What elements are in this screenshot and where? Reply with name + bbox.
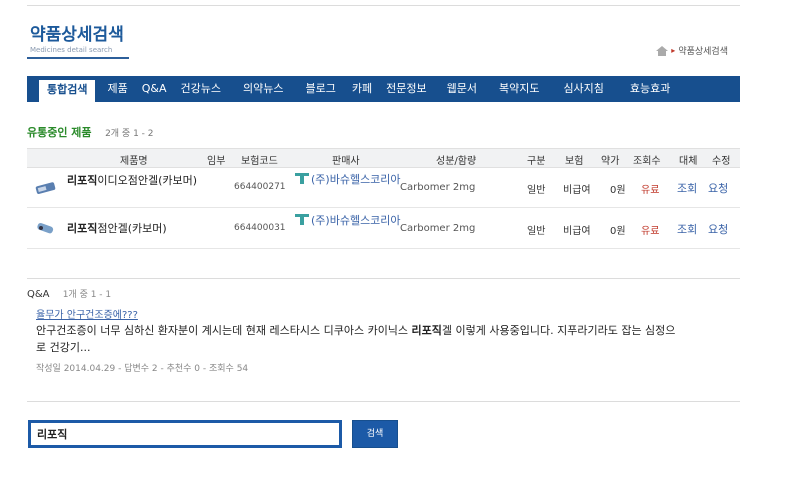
tab-products[interactable]: 제품 — [107, 76, 127, 102]
page-subtitle: Medicines detail search — [30, 46, 113, 54]
table-row: 리포직점안겔(카보머) 664400031 (주)바슈헬스코리아 Carbome… — [27, 209, 740, 249]
tab-review-guide[interactable]: 심사지침 — [563, 76, 603, 102]
tab-qa[interactable]: Q&A — [142, 76, 167, 102]
views-paid[interactable]: 유료 — [641, 181, 659, 196]
tab-blog[interactable]: 블로그 — [305, 76, 335, 102]
chevron-right-icon: ▸ — [671, 46, 676, 55]
col-edit: 수정 — [712, 156, 731, 167]
drug-type: 일반 — [527, 226, 546, 237]
page-logo: 약품상세검색 Medicines detail search — [30, 20, 124, 54]
ingredient: Carbomer 2mg — [400, 182, 476, 193]
drug-price: 0원 — [610, 185, 626, 196]
edit-request-link[interactable]: 요청 — [708, 180, 728, 196]
qa-count: 1개 중 1 - 1 — [62, 290, 112, 300]
substitute-link[interactable]: 조회 — [677, 180, 697, 196]
products-section-title: 유통중인 제품 — [27, 126, 92, 139]
section-divider — [27, 401, 740, 402]
tab-cafe[interactable]: 카페 — [352, 76, 372, 102]
home-icon[interactable] — [656, 45, 669, 56]
insurance-status: 비급여 — [563, 185, 591, 196]
tab-medication-guide[interactable]: 복약지도 — [499, 76, 539, 102]
product-name-link[interactable]: 리포직점안겔(카보머) — [67, 221, 217, 236]
tab-expert-info[interactable]: 전문정보 — [386, 76, 426, 102]
edit-request-link[interactable]: 요청 — [708, 221, 728, 237]
col-substitute: 대체 — [679, 156, 698, 167]
col-seller: 판매사 — [332, 156, 360, 167]
seller-link[interactable]: (주)바슈헬스코리아 — [295, 213, 401, 228]
products-count: 2개 중 1 - 2 — [105, 129, 154, 139]
col-price: 약가 — [601, 156, 620, 167]
col-ingredient: 성분/함량 — [436, 156, 477, 167]
col-type: 구분 — [527, 156, 546, 167]
insurance-status: 비급여 — [563, 226, 591, 237]
col-product-name: 제품명 — [120, 156, 148, 167]
products-section-header: 유통중인 제품 2개 중 1 - 2 — [27, 124, 154, 140]
col-views: 조회수 — [633, 156, 661, 167]
qa-item-meta: 작성일 2014.04.29 - 답변수 2 - 추천수 0 - 조회수 54 — [36, 364, 249, 374]
qa-section-header: Q&A 1개 중 1 - 1 — [27, 287, 111, 300]
drug-type: 일반 — [527, 185, 546, 196]
insurance-code: 664400031 — [234, 223, 286, 233]
col-insurance-code: 보험코드 — [241, 156, 278, 167]
table-row: 리포직이디오점안겔(카보머) 664400271 (주)바슈헬스코리아 Carb… — [27, 168, 740, 208]
company-logo-icon — [295, 173, 309, 184]
qa-item-body: 안구건조증이 너무 심하신 환자분이 계시는데 현재 레스타시스 디쿠아스 카이… — [36, 324, 676, 354]
breadcrumb: ▸ 약품상세검색 — [656, 44, 728, 57]
page-title: 약품상세검색 — [30, 25, 124, 45]
main-nav: 통합검색 제품 Q&A 건강뉴스 의약뉴스 블로그 카페 전문정보 웹문서 복약… — [27, 76, 740, 102]
qa-item-title-link[interactable]: 율무가 안구건조증에??? — [36, 306, 138, 321]
drug-price: 0원 — [610, 226, 626, 237]
tab-health-news[interactable]: 건강뉴스 — [181, 76, 221, 102]
col-pregnancy: 임부 — [207, 156, 226, 167]
product-image-icon — [35, 182, 56, 195]
substitute-link[interactable]: 조회 — [677, 221, 697, 237]
tab-medical-news[interactable]: 의약뉴스 — [243, 76, 283, 102]
title-underline — [27, 57, 129, 59]
seller-link[interactable]: (주)바슈헬스코리아 — [295, 172, 401, 187]
top-divider — [27, 5, 740, 6]
col-insurance: 보험 — [565, 156, 584, 167]
product-image-icon — [37, 223, 54, 234]
tab-web-docs[interactable]: 웹문서 — [447, 76, 477, 102]
tab-efficacy[interactable]: 효능효과 — [630, 76, 670, 102]
section-divider — [27, 278, 740, 279]
products-table-header: 제품명 임부 보험코드 판매사 성분/함량 구분 보험 약가 조회수 대체 수정 — [27, 148, 740, 168]
insurance-code: 664400271 — [234, 182, 286, 192]
search-button[interactable]: 검색 — [352, 420, 398, 448]
tab-integrated-search[interactable]: 통합검색 — [37, 78, 98, 102]
views-paid[interactable]: 유료 — [641, 222, 659, 237]
company-logo-icon — [295, 214, 309, 225]
ingredient: Carbomer 2mg — [400, 223, 476, 234]
breadcrumb-current: 약품상세검색 — [678, 47, 728, 57]
qa-section-title: Q&A — [27, 289, 50, 300]
product-name-link[interactable]: 리포직이디오점안겔(카보머) — [67, 173, 217, 188]
search-input[interactable] — [28, 420, 342, 448]
